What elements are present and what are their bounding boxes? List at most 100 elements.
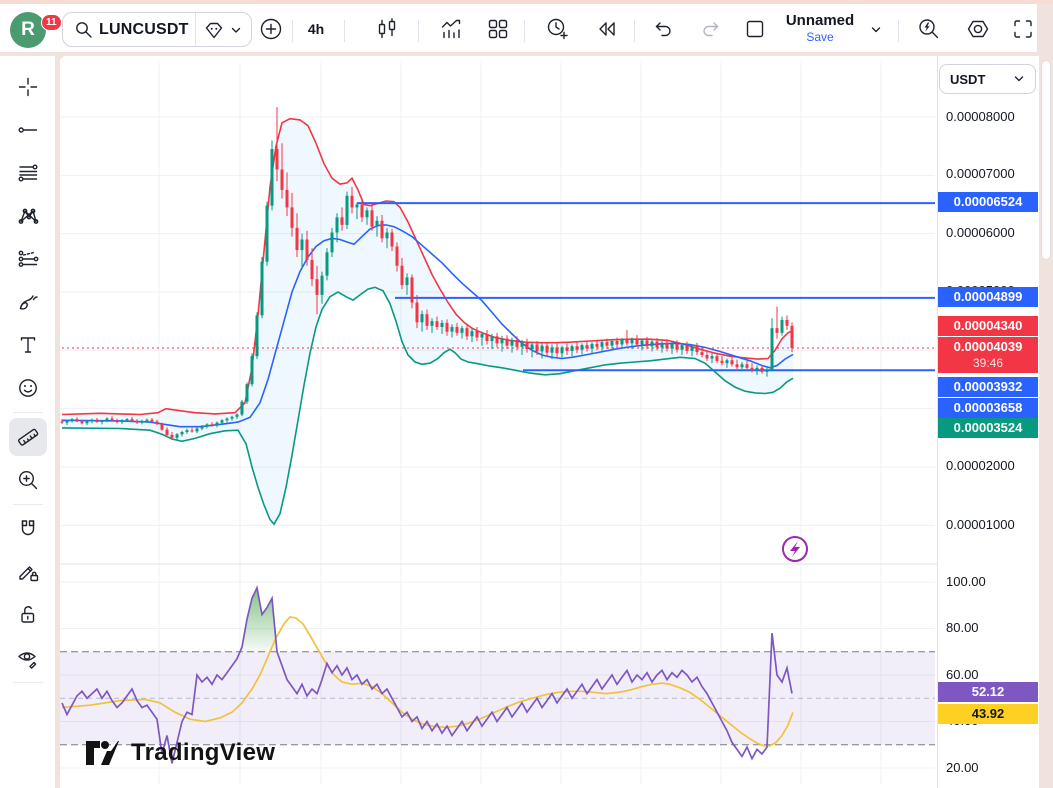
- price-scale[interactable]: USDT 0.000080000.000070000.000060000.000…: [937, 56, 1039, 788]
- tool-brush[interactable]: [9, 283, 47, 321]
- tool-magnet[interactable]: [9, 510, 47, 548]
- tool-pattern[interactable]: [9, 197, 47, 235]
- top-toolbar: R 11 LUNCUSDT 4h: [0, 4, 1037, 52]
- redo-button[interactable]: [694, 12, 728, 46]
- divider: [13, 504, 43, 505]
- price-label: 0.00004899: [938, 287, 1038, 307]
- quick-search-icon: [916, 16, 942, 42]
- redo-icon: [699, 17, 723, 41]
- candles-icon: [375, 17, 399, 41]
- divider: [195, 13, 196, 47]
- divider: [418, 20, 419, 42]
- zoom-in-icon: [16, 468, 40, 492]
- tool-emoji[interactable]: [9, 369, 47, 407]
- hide-drawings-icon: [16, 646, 40, 670]
- tool-drawing-mode-lock[interactable]: [9, 553, 47, 591]
- search-icon: [73, 19, 95, 41]
- notification-badge: 11: [41, 14, 62, 31]
- tool-lock-all[interactable]: [9, 596, 47, 634]
- fullscreen-button[interactable]: [1006, 12, 1040, 46]
- lock-icon: [16, 603, 40, 627]
- price-tick: 0.00001000: [946, 517, 1015, 533]
- tool-text[interactable]: [9, 326, 47, 364]
- price-label: 0.00006524: [938, 192, 1038, 212]
- divider: [292, 20, 293, 42]
- settings-button[interactable]: [961, 12, 995, 46]
- tool-fib-retracement[interactable]: [9, 154, 47, 192]
- divider: [13, 682, 43, 683]
- interval-label: 4h: [308, 21, 324, 37]
- tradingview-logo-icon: [85, 740, 123, 766]
- alert-plus-icon: [544, 16, 570, 42]
- divider: [13, 412, 43, 413]
- price-label: 0.00003658: [938, 398, 1038, 418]
- gem-icon: [202, 18, 226, 42]
- drawing-toolbar: [0, 56, 55, 788]
- brush-icon: [17, 291, 39, 313]
- watermark-text: TradingView: [131, 739, 275, 767]
- settings-icon: [965, 16, 991, 42]
- chart-panel: TradingView USDT 0.000080000.000070000.0…: [60, 56, 1039, 788]
- symbol-search-box[interactable]: LUNCUSDT: [62, 12, 252, 47]
- symbol-name: LUNCUSDT: [99, 21, 189, 39]
- fib-retracement-icon: [17, 162, 39, 184]
- price-tick: 20.00: [946, 760, 979, 776]
- chevron-down-icon[interactable]: [868, 22, 884, 38]
- tool-crosshair[interactable]: [9, 68, 47, 106]
- emoji-icon: [17, 377, 39, 399]
- chevron-down-icon: [228, 22, 244, 38]
- lightning-button[interactable]: [783, 537, 807, 561]
- divider: [634, 20, 635, 42]
- undo-icon: [651, 17, 675, 41]
- bar-replay-button[interactable]: [590, 12, 624, 46]
- price-label: 39:46: [938, 356, 1038, 373]
- currency-label: USDT: [950, 72, 1011, 87]
- price-label: 0.00004340: [938, 316, 1038, 336]
- layout-name-block[interactable]: Unnamed Save: [770, 11, 870, 44]
- add-symbol-button[interactable]: [254, 12, 288, 46]
- fullscreen-icon: [1011, 17, 1035, 41]
- save-button[interactable]: Save: [770, 30, 870, 44]
- crosshair-icon: [17, 76, 39, 98]
- tool-trend-line[interactable]: [9, 111, 47, 149]
- divider: [524, 20, 525, 42]
- tool-measure[interactable]: [9, 418, 47, 456]
- tool-zoom-in[interactable]: [9, 461, 47, 499]
- plus-circle-icon: [258, 16, 284, 42]
- ruler-icon: [16, 425, 40, 449]
- price-tick: 100.00: [946, 574, 986, 590]
- avatar-letter: R: [21, 19, 35, 41]
- trend-line-icon: [17, 119, 39, 141]
- price-tick: 0.00006000: [946, 225, 1015, 241]
- indicators-button[interactable]: [434, 12, 468, 46]
- price-tick: 80.00: [946, 620, 979, 636]
- select-layout-button[interactable]: [738, 12, 772, 46]
- tradingview-watermark: TradingView: [85, 739, 275, 767]
- interval-button[interactable]: 4h: [296, 12, 336, 46]
- projection-icon: [17, 248, 39, 270]
- price-tick: 0.00007000: [946, 166, 1015, 182]
- undo-button[interactable]: [646, 12, 680, 46]
- layout-grid-icon: [486, 17, 510, 41]
- price-label: 0.00004039: [938, 337, 1038, 357]
- layout-templates-button[interactable]: [481, 12, 515, 46]
- page-scrollbar: [1039, 56, 1053, 788]
- currency-dropdown[interactable]: USDT: [939, 64, 1036, 94]
- chevron-down-icon: [1011, 71, 1027, 87]
- tool-projection[interactable]: [9, 240, 47, 278]
- user-avatar[interactable]: R 11: [10, 12, 46, 48]
- price-tick: 60.00: [946, 667, 979, 683]
- price-label: 43.92: [938, 704, 1038, 724]
- edit-lock-icon: [16, 560, 40, 584]
- tool-hide-drawings[interactable]: [9, 639, 47, 677]
- indicators-icon: [439, 17, 463, 41]
- quick-search-button[interactable]: [912, 12, 946, 46]
- scrollbar-thumb[interactable]: [1041, 60, 1051, 260]
- price-label: 0.00003932: [938, 377, 1038, 397]
- layout-square-icon: [743, 17, 767, 41]
- layout-name: Unnamed: [770, 11, 870, 30]
- create-alert-button[interactable]: [540, 12, 574, 46]
- pattern-icon: [17, 205, 39, 227]
- chart-style-button[interactable]: [370, 12, 404, 46]
- divider: [898, 20, 899, 42]
